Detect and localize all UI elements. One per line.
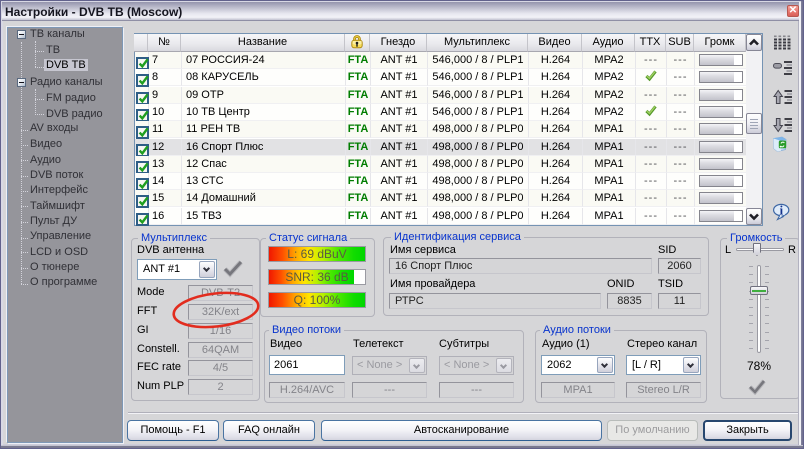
svg-text:i: i	[780, 203, 784, 217]
